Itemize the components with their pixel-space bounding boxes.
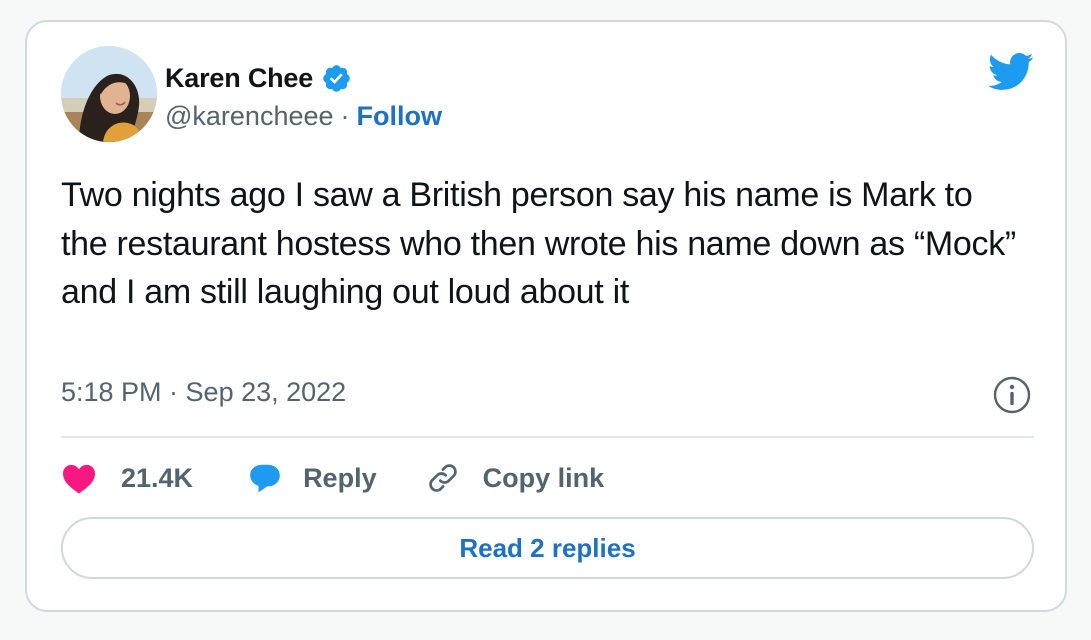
handle-separator: · [340, 100, 350, 131]
tweet-text: Two nights ago I saw a British person sa… [61, 176, 1016, 311]
author-handle-row: @karencheee · Follow [165, 98, 442, 134]
verified-badge-icon [323, 64, 350, 92]
read-replies-button[interactable]: Read 2 replies [61, 517, 1034, 579]
divider [61, 436, 1034, 438]
reply-label: Reply [303, 462, 377, 493]
avatar[interactable] [61, 46, 157, 142]
twitter-bird-icon[interactable] [988, 52, 1034, 92]
profile-photo [61, 46, 157, 142]
speech-bubble-icon [250, 464, 280, 493]
tweet-actions: 21.4K Reply Copy link [61, 457, 604, 499]
like-button[interactable]: 21.4K [61, 462, 193, 494]
heart-icon [63, 464, 95, 494]
tweet-timestamp[interactable]: 5:18 PM · Sep 23, 2022 [61, 377, 346, 408]
follow-button[interactable]: Follow [357, 101, 442, 132]
author-name-row: Karen Chee [165, 60, 352, 96]
copy-link-label: Copy link [482, 462, 605, 493]
info-icon[interactable] [992, 375, 1032, 415]
author-handle[interactable]: @karencheee [165, 101, 334, 132]
author-display-name[interactable]: Karen Chee [165, 63, 313, 94]
tweet-card: Karen Chee @karencheee · Follow Two nigh… [25, 20, 1067, 612]
copy-link-button[interactable]: Copy link [425, 460, 605, 496]
link-icon [428, 464, 457, 492]
reply-button[interactable]: Reply [247, 461, 377, 495]
like-count: 21.4K [121, 462, 194, 493]
